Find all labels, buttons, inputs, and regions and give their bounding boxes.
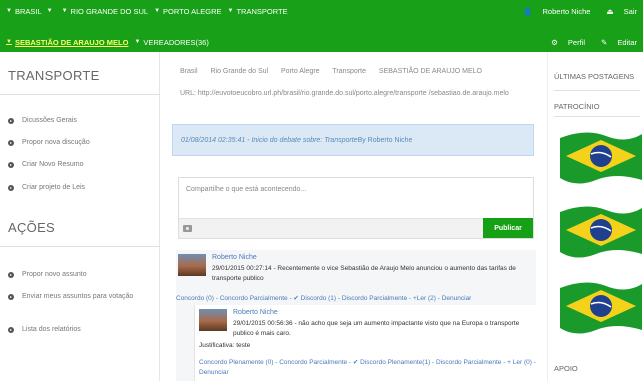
brazil-flag-image (560, 132, 642, 184)
user-links: 👤 Roberto Niche ⏏ Sair (507, 7, 637, 16)
avatar[interactable] (199, 309, 227, 331)
crumb-label: TRANSPORTE (236, 6, 288, 16)
profile-links: ⚙ Perfil ✎ Editar (535, 38, 637, 47)
crumb-label: PORTO ALEGRE (163, 6, 222, 16)
action-propor-assunto[interactable]: Propor novo assunto (8, 270, 156, 280)
crumb-label: BRASIL (14, 6, 42, 16)
reply-text: 29/01/2015 00:56:36 - não acho que seja … (233, 320, 520, 337)
reply-report-link[interactable]: Denunciar (199, 368, 229, 378)
avatar[interactable] (178, 254, 206, 276)
notice-author: By Roberto Niche (357, 136, 413, 144)
brazil-flag-image (560, 282, 642, 334)
breadcrumb-item[interactable]: Rio Grande do Sul (210, 68, 268, 75)
candidate-name: SEBASTIÃO DE ARAUJO MELO (14, 37, 129, 47)
page-url: URL: http://euvotoeucobro.url.ph/brasil/… (180, 90, 509, 97)
edit-link[interactable]: ✎ Editar (593, 38, 637, 47)
sponsor-title: PATROCÍNIO (554, 102, 600, 111)
reply-post: Roberto Niche 29/01/2015 00:56:36 - não … (194, 305, 536, 381)
breadcrumb-item[interactable]: Porto Alegre (281, 68, 320, 75)
caret-down-icon: ▼ (227, 8, 234, 14)
post-author[interactable]: Roberto Niche (212, 254, 257, 261)
left-sidebar: TRANSPORTE Dicussões Gerais Propor nova … (0, 52, 160, 381)
sidebar-item-leis[interactable]: Criar projeto de Leis (8, 183, 156, 193)
right-sidebar: ÚLTIMAS POSTAGENS PATROCÍNIO APOIO (547, 52, 643, 381)
sidebar-item-label: Dicussões Gerais (22, 117, 77, 124)
breadcrumb: Brasil Rio Grande do Sul Porto Alegre Tr… (180, 68, 493, 75)
profile-link[interactable]: ⚙ Perfil (543, 38, 585, 47)
sidebar-item-discussoes[interactable]: Dicussões Gerais (8, 116, 156, 126)
debate-notice: 01/08/2014 02:35:41 - Inicio do debate s… (172, 124, 534, 156)
reply-actions[interactable]: Concordo Plenamente (0) - Concordo Parci… (199, 358, 536, 368)
divider (0, 94, 160, 95)
sidebar-item-resumo[interactable]: Criar Novo Resumo (8, 160, 156, 170)
crumb-label: RIO GRANDE DO SUL (70, 6, 149, 16)
divider (554, 90, 640, 91)
sidebar-title: TRANSPORTE (8, 68, 100, 83)
post-actions[interactable]: Concordo (0) - Concordo Parcialmente - ✔… (176, 294, 471, 304)
eject-icon: ⏏ (606, 6, 614, 16)
edit-icon: ✎ (601, 37, 608, 47)
location-bar: ▼ BRASIL ▼ ▼ RIO GRANDE DO SUL ▼ PORTO A… (0, 0, 643, 22)
composer-footer: Publicar (179, 218, 533, 238)
divider (0, 246, 160, 247)
caret-down-icon: ▼ (61, 8, 68, 14)
brazil-flag-image (560, 206, 642, 258)
main-content: Brasil Rio Grande do Sul Porto Alegre Tr… (162, 52, 544, 381)
sidebar-item-label: Propor nova discução (22, 139, 90, 146)
action-label: Enviar meus assuntos para votação (22, 293, 134, 300)
chevron-circle-icon (8, 185, 14, 191)
sidebar-item-label: Criar projeto de Leis (22, 184, 86, 191)
profile-label: Perfil (567, 37, 586, 47)
candidate-link[interactable]: ▼ SEBASTIÃO DE ARAUJO MELO (6, 38, 128, 47)
candidate-bar: ▼ SEBASTIÃO DE ARAUJO MELO ▼ VEREADORES(… (0, 32, 643, 52)
notice-text: 01/08/2014 02:35:41 - Inicio do debate s… (181, 136, 358, 144)
gear-icon: ⚙ (551, 37, 558, 47)
post-composer: Compartilhe o que está acontecendo... Pu… (178, 177, 534, 239)
support-title: APOIO (554, 364, 578, 373)
vereadores-label: VEREADORES(36) (143, 37, 209, 47)
crumb-transporte[interactable]: ▼ TRANSPORTE (228, 7, 288, 16)
breadcrumb-item[interactable]: Transporte (332, 68, 366, 75)
reply-author[interactable]: Roberto Niche (233, 309, 278, 316)
divider (554, 116, 640, 117)
action-lista-relatorios[interactable]: Lista dos relatórios (8, 325, 156, 335)
caret-down-icon: ▼ (46, 8, 53, 14)
sidebar-item-label: Criar Novo Resumo (22, 161, 84, 168)
actions-title: AÇÕES (8, 220, 56, 235)
logout-link[interactable]: ⏏ Sair (598, 7, 637, 16)
logout-label: Sair (623, 6, 637, 16)
composer-input[interactable]: Compartilhe o que está acontecendo... (186, 186, 306, 193)
chevron-circle-icon (8, 162, 14, 168)
user-icon: 👤 (523, 6, 533, 16)
breadcrumb-item[interactable]: Brasil (180, 68, 198, 75)
chevron-circle-icon (8, 118, 14, 124)
caret-down-icon: ▼ (6, 8, 12, 14)
latest-posts-title: ÚLTIMAS POSTAGENS (554, 72, 635, 81)
action-enviar-assuntos[interactable]: Enviar meus assuntos para votação (8, 292, 156, 302)
camera-icon[interactable] (183, 225, 192, 232)
sidebar-item-propor[interactable]: Propor nova discução (8, 138, 156, 148)
chevron-circle-icon (8, 327, 14, 333)
crumb-porto-alegre[interactable]: ▼ PORTO ALEGRE (154, 7, 221, 16)
action-label: Lista dos relatórios (22, 326, 81, 333)
publish-button[interactable]: Publicar (483, 218, 533, 238)
caret-down-icon: ▼ (154, 8, 161, 14)
chevron-circle-icon (8, 140, 14, 146)
vereadores-menu[interactable]: ▼ VEREADORES(36) (134, 38, 208, 47)
reply-justification: Justificativa: teste (199, 342, 251, 349)
chevron-circle-icon (8, 272, 14, 278)
chevron-circle-icon (8, 294, 14, 300)
user-name: Roberto Niche (542, 6, 591, 16)
caret-down-icon: ▼ (6, 39, 12, 45)
post-text: 29/01/2015 00:27:14 - Recentemente o vic… (212, 265, 516, 282)
crumb-brasil[interactable]: ▼ BRASIL ▼ (6, 7, 56, 16)
action-label: Propor novo assunto (22, 271, 87, 278)
user-menu[interactable]: 👤 Roberto Niche (515, 7, 590, 16)
crumb-rio-grande[interactable]: ▼ RIO GRANDE DO SUL (62, 7, 148, 16)
discussion-post: Roberto Niche 29/01/2015 00:27:14 - Rece… (176, 250, 536, 381)
breadcrumb-item[interactable]: SEBASTIÃO DE ARAUJO MELO (379, 68, 482, 75)
top-navbar: ▼ BRASIL ▼ ▼ RIO GRANDE DO SUL ▼ PORTO A… (0, 0, 643, 52)
caret-down-icon: ▼ (134, 39, 141, 45)
edit-label: Editar (617, 37, 637, 47)
